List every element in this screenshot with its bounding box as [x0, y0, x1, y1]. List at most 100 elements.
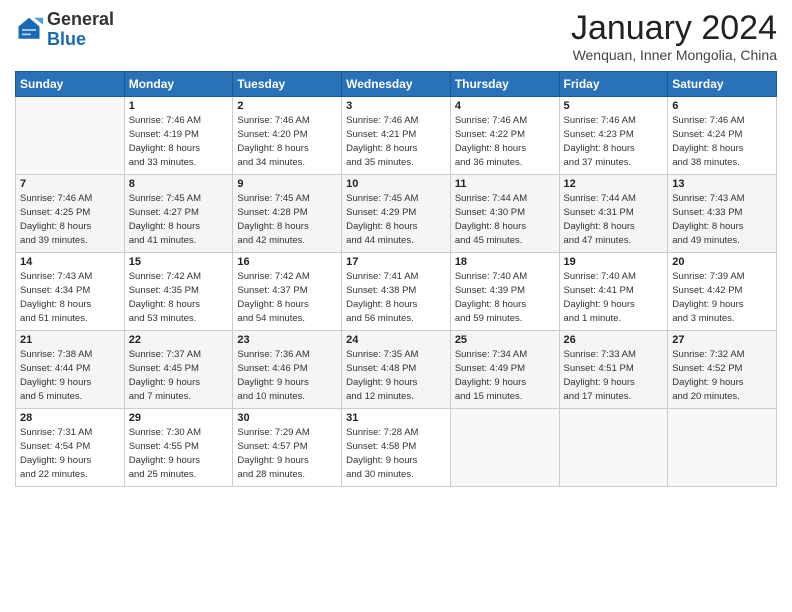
- sunset-text: Sunset: 4:19 PM: [129, 128, 229, 142]
- sunset-text: Sunset: 4:24 PM: [672, 128, 772, 142]
- logo-general: General: [47, 10, 114, 30]
- day-number: 28: [20, 412, 120, 424]
- day-info: Sunrise: 7:46 AMSunset: 4:21 PMDaylight:…: [346, 114, 446, 169]
- day-number: 3: [346, 100, 446, 112]
- day-number: 29: [129, 412, 229, 424]
- sunset-text: Sunset: 4:41 PM: [564, 284, 664, 298]
- daylight-text-cont: and 47 minutes.: [564, 234, 664, 248]
- day-info: Sunrise: 7:46 AMSunset: 4:19 PMDaylight:…: [129, 114, 229, 169]
- day-number: 27: [672, 334, 772, 346]
- daylight-text: Daylight: 9 hours: [129, 454, 229, 468]
- sunrise-text: Sunrise: 7:37 AM: [129, 348, 229, 362]
- day-number: 26: [564, 334, 664, 346]
- daylight-text-cont: and 42 minutes.: [237, 234, 337, 248]
- calendar-cell: 3 Sunrise: 7:46 AMSunset: 4:21 PMDaylight…: [342, 97, 451, 175]
- calendar-cell: 8Sunrise: 7:45 AMSunset: 4:27 PMDaylight…: [124, 175, 233, 253]
- daylight-text-cont: and 56 minutes.: [346, 312, 446, 326]
- sunset-text: Sunset: 4:20 PM: [237, 128, 337, 142]
- sunrise-text: Sunrise: 7:42 AM: [237, 270, 337, 284]
- weekday-header-saturday: Saturday: [668, 72, 777, 97]
- calendar-cell: 12Sunrise: 7:44 AMSunset: 4:31 PMDayligh…: [559, 175, 668, 253]
- daylight-text: Daylight: 9 hours: [672, 298, 772, 312]
- sunset-text: Sunset: 4:22 PM: [455, 128, 555, 142]
- day-info: Sunrise: 7:40 AMSunset: 4:39 PMDaylight:…: [455, 270, 555, 325]
- day-info: Sunrise: 7:45 AMSunset: 4:28 PMDaylight:…: [237, 192, 337, 247]
- daylight-text-cont: and 51 minutes.: [20, 312, 120, 326]
- calendar-cell: [559, 409, 668, 487]
- day-info: Sunrise: 7:32 AMSunset: 4:52 PMDaylight:…: [672, 348, 772, 403]
- day-number: 20: [672, 256, 772, 268]
- sunrise-text: Sunrise: 7:39 AM: [672, 270, 772, 284]
- day-number: 24: [346, 334, 446, 346]
- day-info: Sunrise: 7:39 AMSunset: 4:42 PMDaylight:…: [672, 270, 772, 325]
- daylight-text-cont: and 37 minutes.: [564, 156, 664, 170]
- calendar-cell: 27 Sunrise: 7:32 AMSunset: 4:52 PMDayligh…: [668, 331, 777, 409]
- calendar-cell: 23Sunrise: 7:36 AMSunset: 4:46 PMDayligh…: [233, 331, 342, 409]
- calendar-cell: 29Sunrise: 7:30 AMSunset: 4:55 PMDayligh…: [124, 409, 233, 487]
- calendar-cell: 11Sunrise: 7:44 AMSunset: 4:30 PMDayligh…: [450, 175, 559, 253]
- daylight-text-cont: and 45 minutes.: [455, 234, 555, 248]
- day-info: Sunrise: 7:35 AMSunset: 4:48 PMDaylight:…: [346, 348, 446, 403]
- sunrise-text: Sunrise: 7:46 AM: [564, 114, 664, 128]
- day-number: 19: [564, 256, 664, 268]
- daylight-text-cont: and 1 minute.: [564, 312, 664, 326]
- sunset-text: Sunset: 4:54 PM: [20, 440, 120, 454]
- sunrise-text: Sunrise: 7:34 AM: [455, 348, 555, 362]
- sunset-text: Sunset: 4:55 PM: [129, 440, 229, 454]
- day-number: 22: [129, 334, 229, 346]
- day-info: Sunrise: 7:38 AMSunset: 4:44 PMDaylight:…: [20, 348, 120, 403]
- title-block: January 2024 Wenquan, Inner Mongolia, Ch…: [571, 10, 777, 63]
- calendar-cell: 16Sunrise: 7:42 AMSunset: 4:37 PMDayligh…: [233, 253, 342, 331]
- calendar-cell: 25Sunrise: 7:34 AMSunset: 4:49 PMDayligh…: [450, 331, 559, 409]
- calendar-cell: 2Sunrise: 7:46 AMSunset: 4:20 PMDaylight…: [233, 97, 342, 175]
- weekday-header-thursday: Thursday: [450, 72, 559, 97]
- sunset-text: Sunset: 4:34 PM: [20, 284, 120, 298]
- sunrise-text: Sunrise: 7:43 AM: [20, 270, 120, 284]
- daylight-text-cont: and 28 minutes.: [237, 468, 337, 482]
- weekday-header-monday: Monday: [124, 72, 233, 97]
- calendar-cell: 9Sunrise: 7:45 AMSunset: 4:28 PMDaylight…: [233, 175, 342, 253]
- daylight-text-cont: and 10 minutes.: [237, 390, 337, 404]
- sunrise-text: Sunrise: 7:31 AM: [20, 426, 120, 440]
- day-info: Sunrise: 7:36 AMSunset: 4:46 PMDaylight:…: [237, 348, 337, 403]
- calendar-cell: [16, 97, 125, 175]
- sunset-text: Sunset: 4:51 PM: [564, 362, 664, 376]
- weekday-header-friday: Friday: [559, 72, 668, 97]
- weekday-header-tuesday: Tuesday: [233, 72, 342, 97]
- calendar-cell: 13 Sunrise: 7:43 AMSunset: 4:33 PMDayligh…: [668, 175, 777, 253]
- calendar-cell: 20 Sunrise: 7:39 AMSunset: 4:42 PMDayligh…: [668, 253, 777, 331]
- daylight-text-cont: and 15 minutes.: [455, 390, 555, 404]
- day-number: 25: [455, 334, 555, 346]
- calendar-cell: 18Sunrise: 7:40 AMSunset: 4:39 PMDayligh…: [450, 253, 559, 331]
- sunrise-text: Sunrise: 7:41 AM: [346, 270, 446, 284]
- daylight-text: Daylight: 8 hours: [237, 142, 337, 156]
- day-info: Sunrise: 7:43 AMSunset: 4:33 PMDaylight:…: [672, 192, 772, 247]
- day-info: Sunrise: 7:44 AMSunset: 4:30 PMDaylight:…: [455, 192, 555, 247]
- daylight-text: Daylight: 8 hours: [129, 142, 229, 156]
- day-info: Sunrise: 7:42 AMSunset: 4:37 PMDaylight:…: [237, 270, 337, 325]
- day-number: 13: [672, 178, 772, 190]
- daylight-text-cont: and 20 minutes.: [672, 390, 772, 404]
- header: General Blue January 2024 Wenquan, Inner…: [15, 10, 777, 63]
- sunrise-text: Sunrise: 7:40 AM: [564, 270, 664, 284]
- day-info: Sunrise: 7:29 AMSunset: 4:57 PMDaylight:…: [237, 426, 337, 481]
- daylight-text-cont: and 30 minutes.: [346, 468, 446, 482]
- sunset-text: Sunset: 4:29 PM: [346, 206, 446, 220]
- weekday-header-sunday: Sunday: [16, 72, 125, 97]
- sunrise-text: Sunrise: 7:45 AM: [237, 192, 337, 206]
- day-info: Sunrise: 7:44 AMSunset: 4:31 PMDaylight:…: [564, 192, 664, 247]
- day-info: Sunrise: 7:33 AMSunset: 4:51 PMDaylight:…: [564, 348, 664, 403]
- weekday-header-row: SundayMondayTuesdayWednesdayThursdayFrid…: [16, 72, 777, 97]
- daylight-text: Daylight: 8 hours: [20, 298, 120, 312]
- day-number: 5: [564, 100, 664, 112]
- sunrise-text: Sunrise: 7:35 AM: [346, 348, 446, 362]
- daylight-text-cont: and 41 minutes.: [129, 234, 229, 248]
- calendar-cell: [668, 409, 777, 487]
- month-title: January 2024: [571, 10, 777, 47]
- daylight-text: Daylight: 8 hours: [129, 298, 229, 312]
- daylight-text: Daylight: 9 hours: [672, 376, 772, 390]
- sunrise-text: Sunrise: 7:44 AM: [455, 192, 555, 206]
- daylight-text: Daylight: 9 hours: [20, 454, 120, 468]
- calendar-cell: 24 Sunrise: 7:35 AMSunset: 4:48 PMDayligh…: [342, 331, 451, 409]
- daylight-text-cont: and 36 minutes.: [455, 156, 555, 170]
